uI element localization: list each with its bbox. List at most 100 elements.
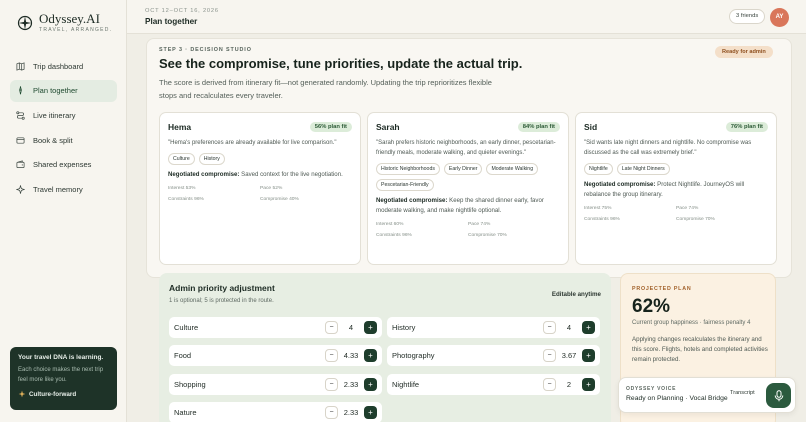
step-label: STEP 3 · DECISION STUDIO	[159, 47, 252, 53]
sidebar-item-label: Book & split	[33, 135, 73, 145]
decision-studio: STEP 3 · DECISION STUDIO See the comprom…	[146, 38, 792, 278]
stat-interest: Interest 60%	[376, 222, 404, 227]
traveler-name: Sarah	[376, 122, 400, 132]
priority-label: Food	[174, 351, 192, 360]
friends-button[interactable]: 3 friends	[729, 9, 766, 24]
card-icon	[16, 137, 25, 144]
priority-row-photography: Photography − 3.67 +	[387, 345, 600, 366]
sidebar-item-live-itinerary[interactable]: Live itinerary	[10, 104, 117, 126]
increase-button[interactable]: +	[582, 349, 595, 362]
brand-logo[interactable]: Odyssey.AI TRAVEL, ARRANGED.	[17, 12, 112, 33]
priority-value: 2	[566, 380, 572, 389]
stat-constraints: Constraints 96%	[376, 233, 412, 238]
sidebar-item-travel-memory[interactable]: Travel memory	[10, 178, 117, 200]
sidebar-item-shared-expenses[interactable]: Shared expenses	[10, 154, 117, 176]
traveler-card-hema: Hema 56% plan fit "Hema's preferences ar…	[159, 112, 361, 265]
avatar[interactable]: AY	[770, 8, 789, 27]
sidebar: Odyssey.AI TRAVEL, ARRANGED. Trip dashbo…	[0, 0, 127, 422]
decrease-button[interactable]: −	[543, 349, 556, 362]
dna-text: Each choice makes the next trip feel mor…	[18, 367, 104, 383]
priority-label: Culture	[174, 323, 199, 332]
brand-name: Odyssey.AI	[39, 11, 100, 26]
dna-badge-label: Culture-forward	[29, 390, 77, 398]
stat-pace: Pace 52%	[260, 186, 283, 191]
compromise-text: Saved context for the live negotiation.	[239, 171, 343, 178]
priority-value: 2.33	[343, 408, 359, 417]
wallet-icon	[16, 160, 25, 169]
status-badge: Ready for admin	[715, 46, 773, 58]
stat-constraints: Constraints 96%	[168, 197, 204, 202]
negotiated-compromise: Negotiated compromise: Protect Nightlife…	[584, 180, 768, 200]
increase-button[interactable]: +	[364, 349, 377, 362]
increase-button[interactable]: +	[582, 321, 595, 334]
admin-priority-panel: Admin priority adjustment 1 is optional;…	[159, 273, 611, 422]
increase-button[interactable]: +	[364, 406, 377, 419]
stat-compromise: Compromise 70%	[676, 217, 715, 222]
page-title: Plan together	[145, 17, 198, 26]
preference-tag: Culture	[168, 153, 195, 165]
priority-row-food: Food − 4.33 +	[169, 345, 382, 366]
projected-label: PROJECTED PLAN	[632, 286, 692, 292]
compass-logo-icon	[17, 15, 33, 30]
dna-title: Your travel DNA is learning.	[18, 354, 104, 361]
odyssey-voice-widget: ODYSSEY VOICE Ready on Planning · Vocal …	[618, 377, 796, 413]
route-icon	[16, 111, 25, 120]
preference-tag: Early Dinner	[443, 163, 483, 175]
sidebar-item-trip-dashboard[interactable]: Trip dashboard	[10, 55, 117, 77]
admin-subtitle: 1 is optional; 5 is protected in the rou…	[169, 298, 274, 304]
stat-constraints: Constraints 96%	[584, 217, 620, 222]
priority-label: Nature	[174, 408, 197, 417]
increase-button[interactable]: +	[364, 378, 377, 391]
dna-badge: Culture-forward	[18, 390, 109, 398]
sidebar-item-book-split[interactable]: Book & split	[10, 129, 117, 151]
admin-title: Admin priority adjustment	[169, 283, 275, 293]
editable-label: Editable anytime	[551, 291, 601, 298]
sidebar-item-plan-together[interactable]: Plan together	[10, 79, 117, 102]
voice-label: ODYSSEY VOICE	[626, 386, 677, 392]
priority-value: 3.67	[561, 351, 577, 360]
decrease-button[interactable]: −	[325, 349, 338, 362]
priority-label: Shopping	[174, 380, 206, 389]
transcript-link[interactable]: Transcript	[730, 390, 755, 396]
microphone-icon	[774, 389, 783, 401]
sidebar-item-label: Trip dashboard	[33, 61, 84, 71]
decrease-button[interactable]: −	[325, 321, 338, 334]
sidebar-item-label: Shared expenses	[33, 160, 92, 170]
compromise-label: Negotiated compromise:	[584, 181, 656, 188]
brand-tagline: TRAVEL, ARRANGED.	[39, 27, 113, 33]
decrease-button[interactable]: −	[543, 378, 556, 391]
decrease-button[interactable]: −	[543, 321, 556, 334]
main-panel: OCT 12–OCT 16, 2026 Plan together 3 frie…	[127, 0, 806, 422]
decrease-button[interactable]: −	[325, 378, 338, 391]
preference-tag: Nightlife	[584, 163, 613, 175]
happiness-score: 62%	[632, 296, 671, 317]
microphone-button[interactable]	[766, 383, 791, 408]
voice-status: Ready on Planning · Vocal Bridge	[626, 395, 728, 402]
decrease-button[interactable]: −	[325, 406, 338, 419]
priority-value: 4	[348, 323, 354, 332]
content-area: STEP 3 · DECISION STUDIO See the comprom…	[127, 34, 806, 422]
map-icon	[16, 61, 25, 71]
priority-row-nightlife: Nightlife − 2 +	[387, 374, 600, 395]
traveler-quote: "Hema's preferences are already availabl…	[168, 140, 337, 146]
negotiated-compromise: Negotiated compromise: Saved context for…	[168, 170, 352, 180]
preference-tag: Pescetarian-Friendly	[376, 179, 434, 191]
increase-button[interactable]: +	[582, 378, 595, 391]
travel-dna-card: Your travel DNA is learning. Each choice…	[10, 347, 117, 410]
priority-row-history: History − 4 +	[387, 317, 600, 338]
projected-description: Applying changes recalculates the itiner…	[632, 336, 768, 363]
priority-row-shopping: Shopping − 2.33 +	[169, 374, 382, 395]
traveler-card-sid: Sid 76% plan fit "Sid wants late night d…	[575, 112, 777, 265]
stat-interest: Interest 75%	[584, 206, 612, 211]
traveler-name: Sid	[584, 122, 598, 132]
compromise-label: Negotiated compromise:	[376, 197, 448, 204]
sidebar-item-label: Live itinerary	[33, 110, 76, 120]
priority-value: 4.33	[343, 351, 359, 360]
priority-label: History	[392, 323, 416, 332]
increase-button[interactable]: +	[364, 321, 377, 334]
stat-pace: Pace 74%	[676, 206, 699, 211]
sidebar-item-label: Plan together	[33, 86, 78, 96]
preference-tag: Moderate Walking	[486, 163, 539, 175]
plan-fit-badge: 56% plan fit	[309, 122, 352, 132]
preference-tag: Historic Neighborhoods	[376, 163, 440, 175]
